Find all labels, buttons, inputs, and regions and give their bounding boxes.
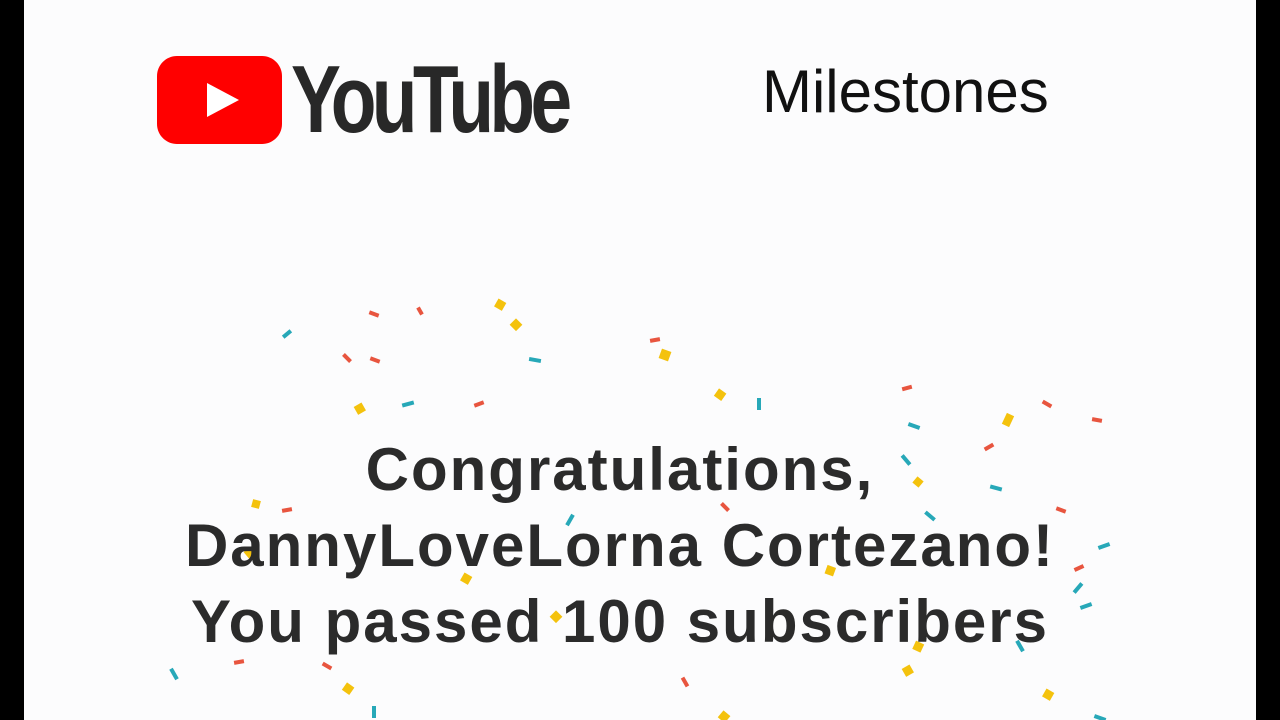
youtube-logo: YouTube <box>157 52 645 148</box>
youtube-wordmark: YouTube <box>291 46 572 153</box>
milestone-line: You passed 100 subscribers <box>191 588 1049 655</box>
milestone-screen: YouTube Milestones Congratulations, Dann… <box>24 0 1256 720</box>
congratulations-line: Congratulations, <box>365 436 875 503</box>
page-title: Milestones <box>762 58 1049 125</box>
youtube-play-icon <box>157 56 282 144</box>
congratulations-message: Congratulations, DannyLoveLorna Cortezan… <box>120 432 1120 660</box>
channel-name-line: DannyLoveLorna Cortezano! <box>184 512 1056 579</box>
